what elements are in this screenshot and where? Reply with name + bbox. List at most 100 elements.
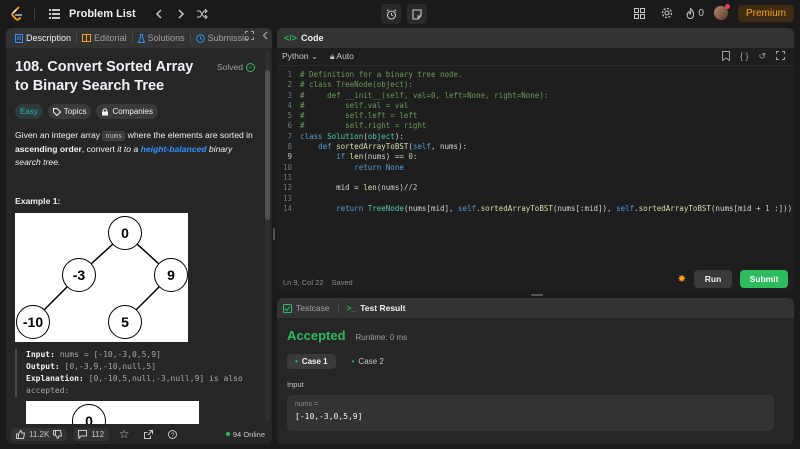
tree-node: 0 xyxy=(108,216,142,250)
gear-icon[interactable] xyxy=(658,4,676,22)
code-area[interactable]: 1 # Definition for a binary tree node. 2 # … xyxy=(277,66,794,214)
desc-text: , convert xyxy=(81,144,118,154)
auto-mode-label: Auto xyxy=(336,51,354,61)
code-token: sortedArrayToBST xyxy=(336,142,409,152)
tab-solutions[interactable]: Solutions xyxy=(133,28,190,48)
alarm-clock-icon[interactable] xyxy=(381,4,401,24)
editor-status: Ln 9, Col 22 Saved xyxy=(283,278,353,287)
code-line[interactable]: 3 # def __init__(self, val=0, left=None, … xyxy=(277,91,794,101)
code-line[interactable]: 9 if len (nums) == 0: xyxy=(277,152,794,162)
output-value: [0,-3,9,-10,null,5] xyxy=(64,362,157,371)
notes-icon[interactable] xyxy=(407,4,427,24)
language-select[interactable]: Python ⌄ xyxy=(282,51,318,62)
tree-node: 5 xyxy=(108,305,142,339)
case-1-tab[interactable]: • Case 1 xyxy=(287,354,336,369)
code-token: # class TreeNode(object): xyxy=(300,80,413,90)
streak-count: 0 xyxy=(698,7,704,19)
shuffle-icon[interactable] xyxy=(194,5,212,23)
scrollbar-thumb[interactable] xyxy=(265,70,270,220)
line-number: 10 xyxy=(282,162,292,172)
auto-mode[interactable]: 🔒︎ Auto xyxy=(330,51,354,62)
desc-text: where the elements are sorted in xyxy=(125,130,253,140)
desc-italic: it to a xyxy=(117,144,141,154)
tab-editorial[interactable]: Editorial xyxy=(77,28,132,48)
collapse-panel-icon[interactable] xyxy=(262,31,268,43)
code-line[interactable]: 10 return None xyxy=(277,163,794,173)
bookmark-icon[interactable] xyxy=(721,51,730,63)
code-line[interactable]: 7 class Solution(object): xyxy=(277,132,794,142)
code-token: (nums[mid], xyxy=(403,203,459,213)
height-balanced-link[interactable]: height-balanced xyxy=(141,144,207,154)
share-icon[interactable] xyxy=(139,425,157,443)
case-tabs: • Case 1 • Case 2 xyxy=(287,354,784,369)
desc-text: Given an integer array xyxy=(15,130,103,140)
tab-code[interactable]: Code xyxy=(301,33,324,43)
line-number: 13 xyxy=(282,193,292,203)
input-variable-name: nums = xyxy=(295,401,319,408)
code-token: len xyxy=(349,152,364,162)
code-line[interactable]: 13 xyxy=(277,194,794,204)
terminal-icon: >_ xyxy=(346,303,357,313)
online-indicator: 94 Online xyxy=(225,430,265,439)
comments-button[interactable]: 112 xyxy=(73,427,110,441)
code-line[interactable]: 2 # class TreeNode(object): xyxy=(277,80,794,90)
code-token: (nums[:mid]), xyxy=(552,203,617,213)
list-icon[interactable] xyxy=(45,5,63,23)
tab-submissions-label: Submissio xyxy=(207,33,250,43)
avatar[interactable] xyxy=(713,4,730,20)
layout-grid-icon[interactable] xyxy=(630,4,648,22)
submit-button[interactable]: Submit xyxy=(740,270,788,288)
solved-badge: Solved ✓ xyxy=(217,62,255,72)
problem-list-link[interactable]: Problem List xyxy=(69,8,136,20)
code-line[interactable]: 4 # self.val = val xyxy=(277,101,794,111)
chevron-left-icon[interactable] xyxy=(150,5,168,23)
chevron-right-icon[interactable] xyxy=(172,5,190,23)
topics-tag[interactable]: Topics xyxy=(47,104,92,119)
premium-button[interactable]: Premium xyxy=(737,4,794,22)
input-heading: Input xyxy=(287,380,304,389)
expand-icon[interactable] xyxy=(245,31,254,43)
code-token: len xyxy=(363,183,377,193)
streak-counter[interactable]: 0 xyxy=(686,7,704,19)
case-2-tab[interactable]: • Case 2 xyxy=(344,354,392,369)
case-1-label: Case 1 xyxy=(301,357,328,366)
code-token: object xyxy=(367,131,395,141)
companies-tag[interactable]: Companies xyxy=(96,104,158,119)
like-button[interactable]: 11.2K xyxy=(11,427,68,441)
tab-test-result[interactable]: >_ Test Result xyxy=(347,303,406,313)
result-tabs: Testcase >_ Test Result xyxy=(277,298,794,318)
star-icon[interactable]: ☆ xyxy=(115,425,133,443)
code-line[interactable]: 12 mid = len (nums)//2 xyxy=(277,183,794,193)
code-line[interactable]: 1 # Definition for a binary tree node. xyxy=(277,70,794,80)
line-number: 5 xyxy=(287,111,292,121)
code-line[interactable]: 11 xyxy=(277,173,794,183)
horizontal-resize-handle[interactable] xyxy=(531,294,543,296)
code-line[interactable]: 8 def sortedArrayToBST(self, nums): xyxy=(277,142,794,152)
code-line[interactable]: 14 return TreeNode (nums[mid], self. sorte… xyxy=(277,204,794,214)
debug-icon[interactable]: ✸ xyxy=(678,274,686,285)
format-braces-icon[interactable]: { } xyxy=(740,51,749,63)
tab-testcase[interactable]: Testcase xyxy=(283,303,330,313)
help-icon[interactable]: ? xyxy=(163,425,181,443)
tree-node: 0 xyxy=(72,404,106,424)
fullscreen-icon[interactable] xyxy=(776,51,785,63)
tab-description[interactable]: Description xyxy=(10,28,76,48)
result-body: Accepted Runtime: 0 ms • Case 1 • Case 2 I… xyxy=(277,318,794,441)
example-block: Input: nums = [-10,-3,0,5,9] Output: [0,… xyxy=(15,349,255,397)
vertical-resize-handle[interactable] xyxy=(273,228,275,240)
run-button[interactable]: Run xyxy=(694,270,732,288)
online-dot xyxy=(225,432,230,436)
scrollbar[interactable] xyxy=(265,50,270,422)
line-number: 14 xyxy=(282,203,292,213)
code-line[interactable]: 6 # self.right = right xyxy=(277,121,794,131)
leetcode-logo[interactable] xyxy=(10,6,24,22)
reset-icon[interactable]: ↺ xyxy=(758,51,766,63)
code-line[interactable]: 5 # self.left = left xyxy=(277,111,794,121)
chevron-down-icon: ⌄ xyxy=(310,51,318,61)
history-icon xyxy=(195,33,205,43)
thumbs-down-icon[interactable] xyxy=(53,429,63,439)
code-icon: </> xyxy=(284,33,298,43)
code-token: (nums[mid + xyxy=(710,203,766,213)
cursor-position: Ln 9, Col 22 xyxy=(283,278,324,287)
